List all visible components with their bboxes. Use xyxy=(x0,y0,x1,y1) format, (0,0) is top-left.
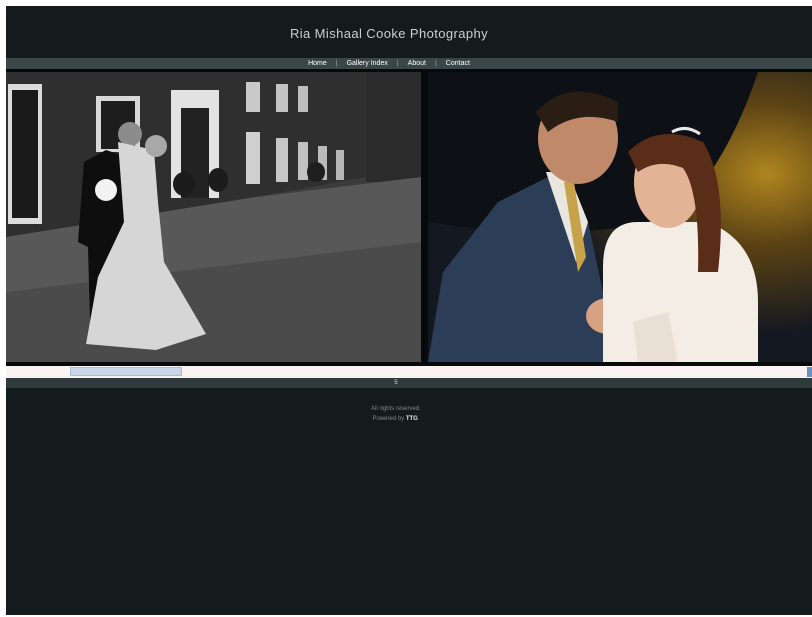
nav-link-contact[interactable]: Contact xyxy=(437,58,479,69)
nav-bar: Home | Gallery Index | About | Contact xyxy=(6,58,812,69)
footer-powered-suffix: . xyxy=(417,416,420,422)
pager-bar: 5 xyxy=(6,378,812,388)
gallery-viewer xyxy=(6,69,812,366)
footer-powered-brand-link[interactable]: TTG xyxy=(406,416,418,422)
footer: All rights reserved. Powered by TTG. xyxy=(6,404,786,424)
thumbnail-filmstrip[interactable] xyxy=(6,366,812,378)
filmstrip-scroll-right[interactable] xyxy=(807,367,812,377)
nav-link-home[interactable]: Home xyxy=(299,58,336,69)
gallery-photo-color-wedding[interactable] xyxy=(428,72,812,362)
site-title: Ria Mishaal Cooke Photography xyxy=(289,26,489,41)
footer-rights: All rights reserved. xyxy=(371,406,421,412)
nav-link-gallery-index[interactable]: Gallery Index xyxy=(338,58,397,69)
photo-bw-illustration xyxy=(6,72,421,362)
filmstrip-current-thumb[interactable] xyxy=(70,367,182,376)
footer-powered-prefix: Powered by xyxy=(372,416,405,422)
gallery-photo-bw-wedding[interactable] xyxy=(6,72,421,362)
page-number: 5 xyxy=(394,380,398,386)
photo-color-illustration xyxy=(428,72,812,362)
footer-powered: Powered by TTG. xyxy=(6,414,786,424)
page: Ria Mishaal Cooke Photography Home | Gal… xyxy=(6,6,812,615)
nav-link-about[interactable]: About xyxy=(399,58,435,69)
